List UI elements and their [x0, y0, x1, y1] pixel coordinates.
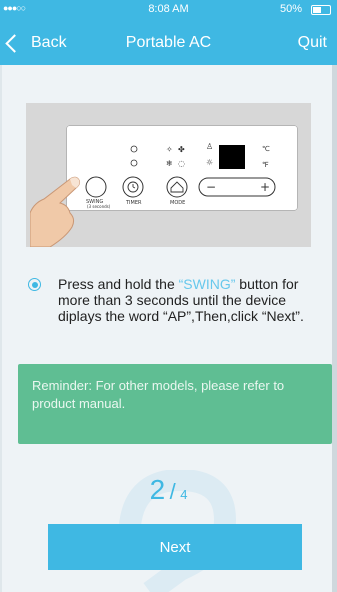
plus-label: + [260, 180, 270, 194]
svg-text:❄: ❄ [166, 159, 173, 168]
status-bar: ●●●○○ 8:08 AM 50% [0, 0, 337, 18]
left-edge [0, 65, 2, 592]
control-panel-image: ✧ ✤ ❄ ◌ ♙ ☼ ℃ ℉ SWING (3 seconds) TIMER … [66, 125, 298, 211]
nav-bar: Back Portable AC Quit [0, 30, 337, 60]
svg-text:✤: ✤ [178, 145, 185, 154]
quit-button[interactable]: Quit [298, 34, 327, 52]
right-edge [332, 65, 337, 592]
unit-f-label: ℉ [262, 161, 269, 169]
instruction-part1: Press and hold the [58, 276, 179, 292]
reminder-box: Reminder: For other models, please refer… [18, 364, 332, 444]
finger-icon [30, 176, 81, 247]
battery-icon [311, 5, 331, 15]
remote-illustration: ✧ ✤ ❄ ◌ ♙ ☼ ℃ ℉ SWING (3 seconds) TIMER … [26, 103, 311, 247]
step-indicator: 2 / 4 [0, 474, 337, 506]
step-current: 2 [149, 474, 166, 505]
instruction-highlight: “SWING” [178, 276, 236, 292]
battery-percentage: 50% [279, 3, 302, 15]
instruction-text: Press and hold the “SWING” button for mo… [58, 276, 326, 324]
timer-label: TIMER [125, 200, 142, 206]
radio-selected-icon[interactable] [28, 278, 41, 291]
step-separator: / [169, 479, 176, 504]
next-button[interactable]: Next [48, 524, 302, 570]
header-bar: ●●●○○ 8:08 AM 50% Back Portable AC Quit [0, 0, 337, 65]
swing-sub-label: (3 seconds) [87, 204, 111, 209]
svg-text:♙: ♙ [206, 142, 213, 151]
step-total: 4 [180, 487, 188, 502]
unit-c-label: ℃ [262, 145, 270, 153]
svg-text:☼: ☼ [206, 158, 213, 167]
svg-text:◌: ◌ [178, 159, 185, 168]
svg-text:✧: ✧ [166, 145, 173, 154]
mode-label: MODE [170, 200, 185, 206]
minus-label: − [206, 180, 216, 194]
page-title: Portable AC [125, 34, 212, 51]
